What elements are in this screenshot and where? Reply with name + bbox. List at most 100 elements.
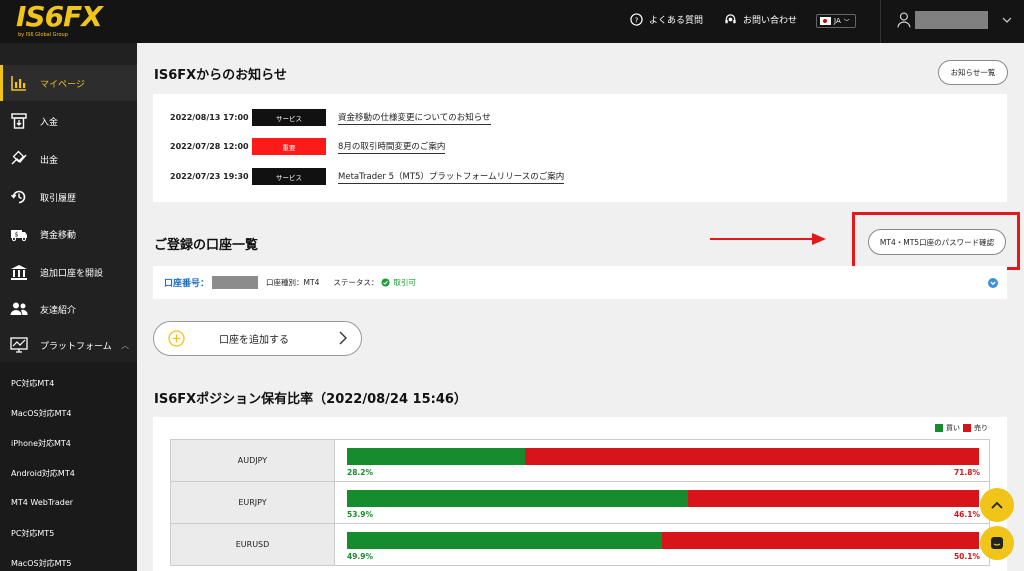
add-account-button[interactable]: 口座を追加する [153,321,362,356]
news-item: 2022/07/28 12:00 重要 8月の取引時間変更のご案内 [170,138,446,155]
news-title-link[interactable]: 資金移動の仕様変更についてのお知らせ [338,111,491,125]
news-tag: サービス [252,168,326,185]
history-icon [10,190,26,204]
nav-transfer[interactable]: $ 資金移動 [0,216,137,252]
buy-percent: 28.2% [347,468,374,477]
sell-bar [687,490,979,507]
nav-platform[interactable]: プラットフォーム ︿ [0,327,137,363]
submenu-item[interactable]: MacOS対応MT5 [11,558,71,569]
news-item: 2022/08/13 17:00 サービス 資金移動の仕様変更についてのお知らせ [170,109,491,126]
account-type: 口座種別：MT4 [266,278,320,287]
nav-label: 資金移動 [40,230,77,241]
news-date: 2022/07/28 12:00 [170,142,249,151]
user-name-redacted [914,11,989,29]
chevron-right-icon [339,331,347,345]
nav-label: 友達紹介 [40,305,77,316]
faq-link[interactable]: ? よくある質問 [630,13,703,26]
submenu-item[interactable]: PC対応MT5 [11,528,54,539]
submenu-item[interactable]: MT4 WebTrader [11,498,73,507]
news-title-link[interactable]: MetaTrader 5（MT5）プラットフォームリリースのご案内 [338,170,565,184]
news-list-button[interactable]: お知らせ一覧 [938,60,1008,85]
logo-subtext: by IS6 Global Group [18,32,68,38]
sidebar: マイページ 入金 出金 取引履歴 $ 資金移動 追加口座を開設 友達紹介 プラッ… [0,43,137,571]
positions-card: 買い 売り AUDJPY 28.2% 71.8% EURJPY 53.9% 46… [153,417,1007,571]
contact-label: お問い合わせ [743,16,798,26]
contact-link[interactable]: お問い合わせ [724,13,797,26]
account-status: ステータス： 取引可 [333,277,416,288]
chevron-down-icon [1002,17,1012,23]
language-selector[interactable]: JA ﹀ [816,14,856,28]
nav-referral[interactable]: 友達紹介 [0,291,137,327]
faq-label: よくある質問 [649,16,704,26]
ratio-cell: 28.2% 71.8% [334,439,990,482]
add-account-label: 口座を追加する [219,335,289,346]
submenu-item[interactable]: PC対応MT4 [11,378,54,389]
chart-bar-icon [11,76,26,91]
chevron-up-icon [991,501,1003,509]
scroll-top-button[interactable] [980,488,1014,522]
currency-pair: EURUSD [170,523,335,566]
nav-open-account[interactable]: 追加口座を開設 [0,254,137,290]
submenu-item[interactable]: iPhone対応MT4 [11,438,71,449]
sell-percent: 50.1% [953,552,980,561]
chevron-up-icon: ︿ [121,340,129,350]
status-label: ステータス： [333,278,379,287]
expand-chevron-icon[interactable] [988,278,998,288]
plus-circle-icon [168,330,185,347]
language-code: JA [834,17,841,25]
news-tag: サービス [252,109,326,126]
header-divider [880,0,881,43]
user-menu[interactable] [897,8,1012,32]
table-row: EURJPY 53.9% 46.1% [170,481,990,524]
submenu-item[interactable]: Android対応MT4 [11,468,75,479]
check-circle-icon [381,278,390,287]
table-row: AUDJPY 28.2% 71.8% [170,439,990,482]
logo-text: IS6FX [16,0,103,33]
submenu-item[interactable]: MacOS対応MT4 [11,408,71,419]
sell-percent: 46.1% [953,510,980,519]
chat-button[interactable] [980,526,1014,560]
legend-buy-swatch [935,424,943,432]
buy-percent: 53.9% [347,510,374,519]
bank-icon [11,265,27,280]
nav-label: プラットフォーム [40,341,112,352]
accounts-section-title: ご登録の口座一覧 [154,238,259,253]
buy-percent: 49.9% [347,552,374,561]
account-number-redacted [212,276,259,289]
nav-label: 追加口座を開設 [40,268,104,279]
password-check-button[interactable]: MT4・MT5口座のパスワード確認 [868,229,1006,255]
positions-section-title: IS6FXポジション保有比率（2022/08/24 15:46） [154,392,467,407]
account-number-label: 口座番号： [164,279,210,289]
nav-label: マイページ [40,79,85,90]
monitor-chart-icon [10,337,28,353]
positions-legend: 買い 売り [935,423,988,433]
is6fx-logo[interactable]: IS6FX by IS6 Global Group [16,0,116,41]
platform-submenu: PC対応MT4 MacOS対応MT4 iPhone対応MT4 Android対応… [0,362,137,571]
buy-bar [347,448,526,465]
nav-label: 出金 [40,155,59,166]
ratio-cell: 53.9% 46.1% [334,481,990,524]
news-item: 2022/07/23 19:30 サービス MetaTrader 5（MT5）プ… [170,168,565,185]
withdraw-icon [11,150,27,165]
deposit-icon [11,113,27,129]
red-arrow-annotation [710,233,826,245]
nav-mypage[interactable]: マイページ [0,65,137,101]
user-icon [897,12,911,28]
nav-history[interactable]: 取引履歴 [0,179,137,215]
news-title-link[interactable]: 8月の取引時間変更のご案内 [338,140,446,154]
account-row[interactable]: 口座番号： 口座種別：MT4 ステータス： 取引可 [153,266,1007,299]
ratio-bar [347,490,979,507]
sell-bar [662,532,979,549]
sell-bar [525,448,979,465]
chat-icon [991,537,1003,549]
headset-icon [725,14,736,24]
top-header: IS6FX by IS6 Global Group ? よくある質問 お問い合わ… [0,0,1024,43]
news-tag: 重要 [252,138,326,155]
nav-deposit[interactable]: 入金 [0,103,137,139]
question-circle-icon: ? [630,13,643,26]
table-row: EURUSD 49.9% 50.1% [170,523,990,566]
japan-flag-icon [820,17,831,25]
nav-withdraw[interactable]: 出金 [0,141,137,177]
legend-buy-label: 買い [946,424,960,432]
transfer-icon: $ [11,230,27,242]
